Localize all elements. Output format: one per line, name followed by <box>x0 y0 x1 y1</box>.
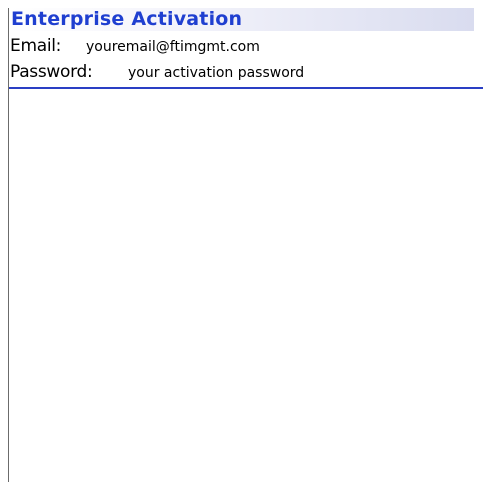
left-border <box>8 8 9 482</box>
screen-title: Enterprise Activation <box>11 8 243 30</box>
email-label: Email: <box>10 36 62 56</box>
activation-screen: Enterprise Activation Email: youremail@f… <box>0 0 483 483</box>
separator-line <box>9 87 483 89</box>
password-label: Password: <box>10 62 93 82</box>
password-field[interactable]: your activation password <box>128 64 483 82</box>
password-row: Password: your activation password <box>10 61 475 83</box>
email-row: Email: youremail@ftimgmt.com <box>10 35 475 57</box>
title-bar: Enterprise Activation <box>9 8 474 31</box>
email-field[interactable]: youremail@ftimgmt.com <box>86 38 446 56</box>
